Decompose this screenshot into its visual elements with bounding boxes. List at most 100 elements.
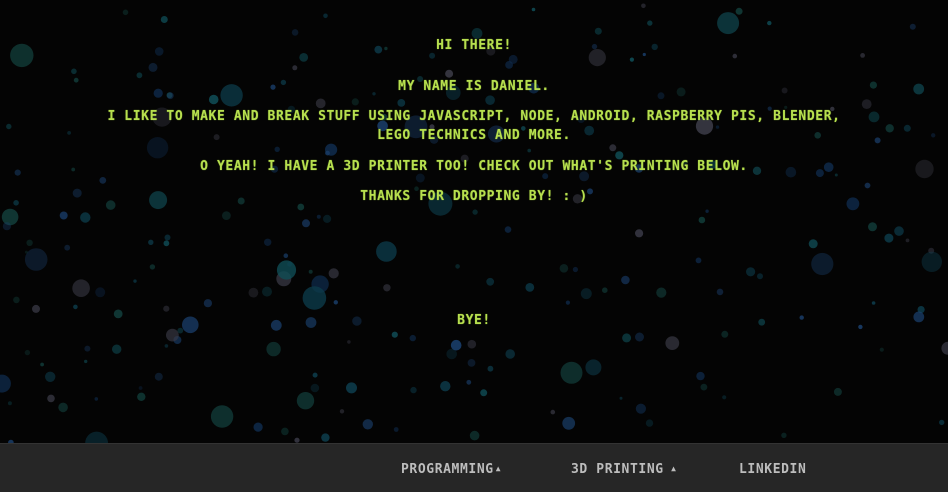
bubble <box>362 419 373 430</box>
bubble <box>328 268 339 279</box>
bubble <box>210 405 234 428</box>
bubble <box>622 333 632 343</box>
bubble <box>208 94 219 105</box>
bubble <box>735 7 743 15</box>
bubble <box>781 432 787 438</box>
nav-programming-label: PROGRAMMING <box>401 462 494 477</box>
bubble <box>84 345 91 352</box>
likes-text-line2: LEGO TECHNICS AND MORE. <box>377 128 571 143</box>
bubble <box>253 422 263 432</box>
bubble <box>222 211 231 221</box>
bubble <box>376 241 397 262</box>
bubble <box>879 347 884 352</box>
bubble <box>525 283 535 292</box>
bubble <box>466 379 472 385</box>
bubble <box>164 344 169 348</box>
bubble <box>705 209 709 213</box>
bubble <box>45 371 56 382</box>
bubble <box>274 146 280 152</box>
bubble <box>138 386 143 390</box>
bubble <box>397 99 406 107</box>
bubble <box>166 328 179 342</box>
bubble <box>391 331 398 338</box>
bubble <box>262 286 272 297</box>
nav-programming[interactable]: PROGRAMMING ▲ <box>401 462 501 477</box>
bubble <box>281 427 289 436</box>
bubble <box>266 341 281 357</box>
bubble <box>64 244 71 251</box>
nav-3d-printing[interactable]: 3D PRINTING ▲ <box>571 462 677 477</box>
bubble <box>58 402 68 413</box>
bubble <box>323 214 332 223</box>
nav-3d-printing-label: 3D PRINTING <box>571 462 664 477</box>
bubble <box>480 389 488 397</box>
bubble <box>276 260 297 280</box>
bubble <box>94 397 99 401</box>
bubble <box>71 68 77 75</box>
bubble <box>467 359 476 367</box>
bubble <box>84 359 88 364</box>
bubble <box>746 267 756 277</box>
bubble <box>619 396 623 400</box>
bubble <box>122 9 129 16</box>
bubble <box>656 287 667 298</box>
caret-up-icon: ▲ <box>495 464 502 473</box>
bubble <box>2 222 11 231</box>
bubble <box>410 386 417 394</box>
bubble <box>487 365 494 372</box>
bubble <box>635 332 644 342</box>
caret-up-icon: ▲ <box>665 464 677 473</box>
bubble <box>283 253 289 258</box>
bubble <box>565 300 571 305</box>
bubble <box>450 339 462 351</box>
bubble <box>133 279 137 283</box>
bubble <box>455 264 460 269</box>
bubble <box>941 341 948 355</box>
bubble <box>302 286 327 310</box>
likes-text-line1: I LIKE TO MAKE AND BREAK STUFF USING JAV… <box>107 109 841 124</box>
bubble <box>292 65 298 71</box>
bubble <box>302 219 310 228</box>
bubble <box>112 344 122 354</box>
bubble <box>7 401 12 406</box>
bubble <box>323 13 328 19</box>
nav-linkedin[interactable]: LINKEDIN <box>739 462 806 477</box>
bubble <box>695 257 702 264</box>
bubble <box>321 433 330 442</box>
bubble <box>531 7 536 12</box>
bubble <box>635 403 647 414</box>
page: HI THERE! MY NAME IS DANIEL. I LIKE TO M… <box>0 0 948 492</box>
bubble <box>894 226 904 236</box>
bubble <box>635 229 644 238</box>
bubble <box>909 23 916 30</box>
bubble <box>716 288 724 296</box>
bubble <box>939 419 945 426</box>
bubble <box>347 340 351 344</box>
bubble <box>884 233 894 243</box>
bubble <box>871 301 876 305</box>
bubble <box>505 61 513 69</box>
bubble <box>308 269 313 274</box>
bubble <box>310 383 320 393</box>
bubble <box>164 234 171 241</box>
bubble <box>485 95 495 105</box>
bubble <box>40 362 44 367</box>
bubble <box>339 409 345 414</box>
bubble <box>808 239 818 249</box>
bubble <box>1 208 19 226</box>
bubble <box>905 238 910 243</box>
bubble <box>99 177 107 184</box>
bubble <box>148 239 154 245</box>
bubble <box>527 148 531 153</box>
bubble <box>621 275 630 285</box>
bubble <box>95 287 106 298</box>
bubble <box>602 287 608 294</box>
bubble <box>316 214 321 219</box>
bubble <box>833 387 842 396</box>
bubble <box>80 212 91 223</box>
bubble <box>346 382 357 394</box>
bubble <box>594 27 602 35</box>
bubble <box>13 296 20 304</box>
bubble <box>811 252 834 276</box>
bubble <box>440 381 451 392</box>
